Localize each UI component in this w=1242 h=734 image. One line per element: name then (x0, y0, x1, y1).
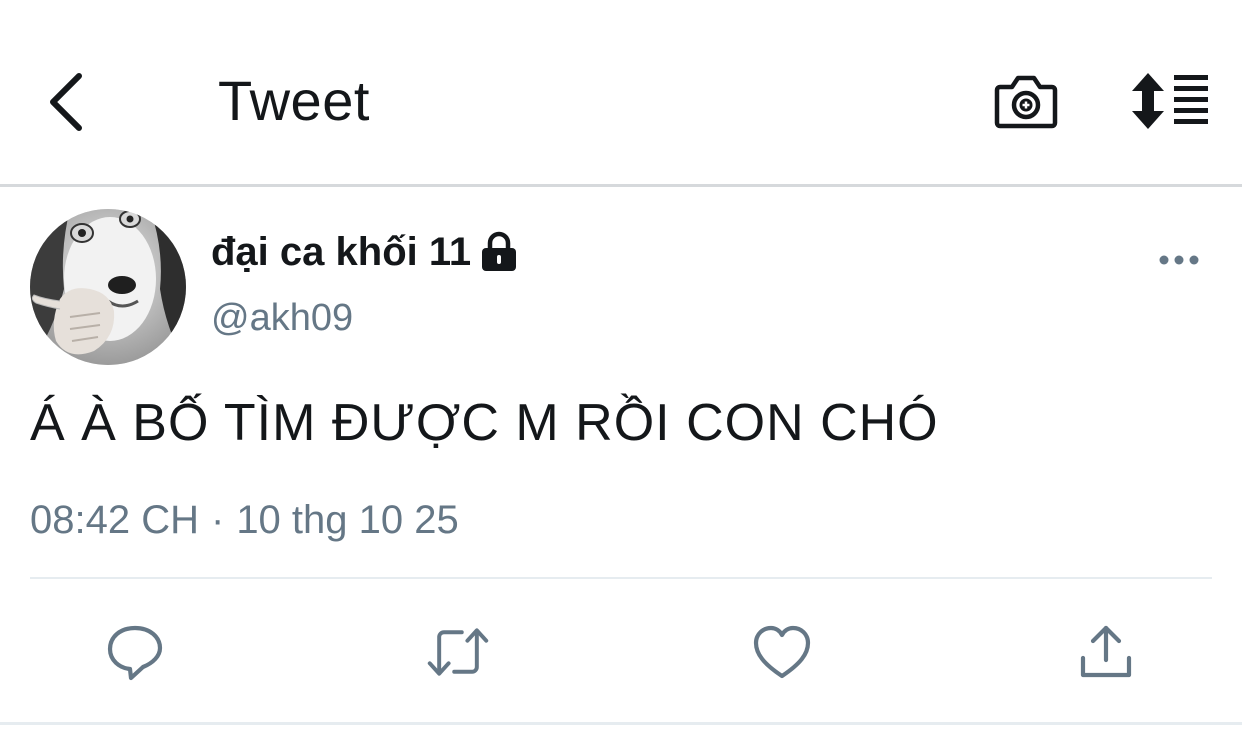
actions-divider (30, 577, 1212, 579)
page-title: Tweet (218, 69, 370, 132)
more-horizontal-icon (1159, 255, 1199, 265)
retweet-button[interactable] (426, 620, 490, 684)
display-name-text: đại ca khối 11 (211, 230, 472, 274)
camera-button[interactable] (992, 68, 1060, 134)
sort-list-icon (1132, 73, 1208, 129)
tweet-timestamp: 08:42 CH · 10 thg 10 25 (30, 494, 459, 546)
reply-icon (107, 625, 163, 681)
tweet-date: 10 thg 10 25 (236, 498, 459, 542)
tweet-time: 08:42 CH (30, 498, 199, 542)
tweet-detail-screen: Tweet đại ca khối 11 @akh09 Á À BỐ TÌM Đ… (0, 0, 1242, 734)
tweet-text: Á À BỐ TÌM ĐƯỢC M RỒI CON CHÓ (30, 394, 939, 452)
reply-button[interactable] (103, 620, 167, 684)
husky-avatar-image (30, 209, 186, 365)
header-divider (0, 184, 1242, 187)
like-button[interactable] (750, 620, 814, 684)
top-nav-bar: Tweet (0, 0, 1242, 184)
user-handle[interactable]: @akh09 (211, 294, 353, 342)
retweet-icon (427, 628, 489, 676)
meta-separator: · (210, 498, 225, 542)
chevron-left-icon (50, 73, 82, 131)
bottom-divider (0, 722, 1242, 725)
share-icon (1080, 625, 1132, 678)
more-options-button[interactable] (1150, 240, 1208, 280)
back-button[interactable] (30, 62, 100, 142)
display-name[interactable]: đại ca khối 11 (211, 226, 519, 278)
camera-add-icon (994, 75, 1058, 129)
sort-button[interactable] (1128, 68, 1212, 134)
heart-icon (753, 625, 811, 679)
lock-icon (479, 231, 519, 273)
share-button[interactable] (1074, 620, 1138, 684)
avatar[interactable] (30, 209, 186, 365)
